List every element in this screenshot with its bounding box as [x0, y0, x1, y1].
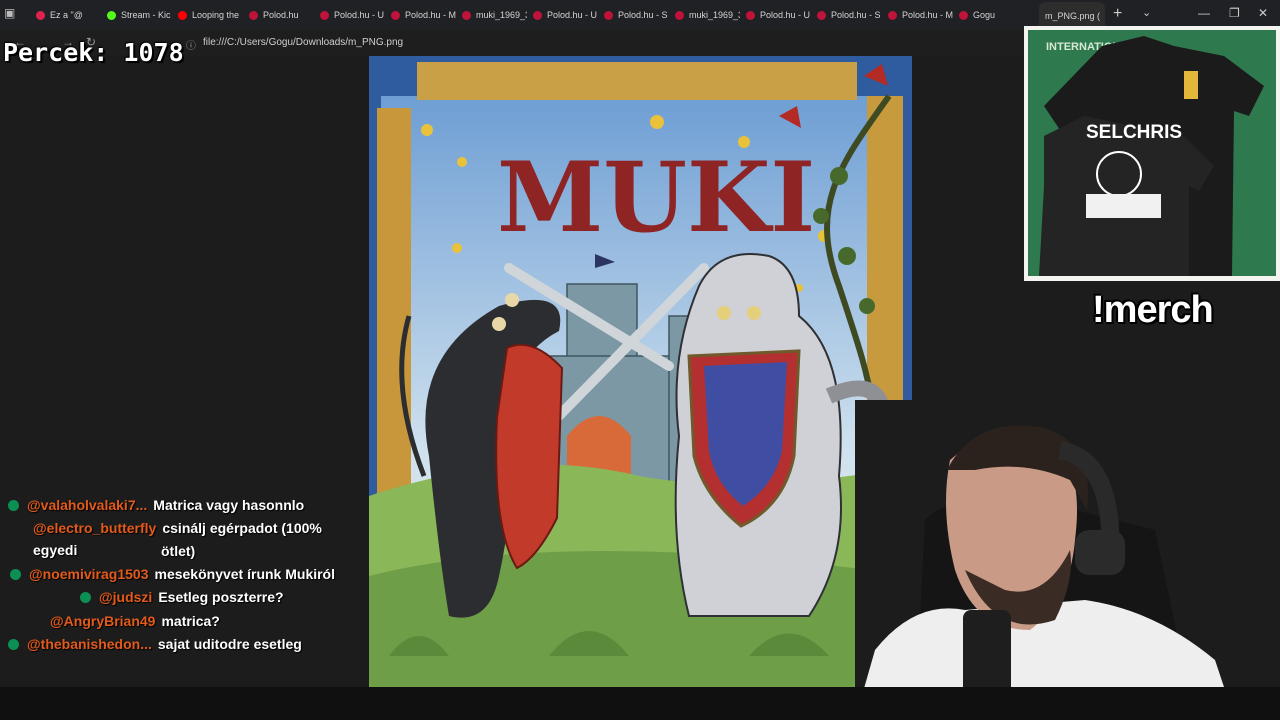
viewed-image: MUKI: [369, 56, 912, 687]
chat-message: @electro_butterfly csinálj egérpadot (100…: [33, 517, 370, 561]
tab-item[interactable]: Polod.hu - S: [598, 0, 669, 30]
chat-username[interactable]: @judszi: [99, 589, 152, 605]
tab-item[interactable]: Polod.hu - U: [740, 0, 811, 30]
chat-username[interactable]: @AngryBrian49: [50, 613, 155, 629]
chevron-down-icon[interactable]: ⌄: [1142, 6, 1151, 19]
chat-text: Esetleg poszterre?: [158, 589, 284, 605]
tab-item[interactable]: muki_1969_3476: [456, 0, 527, 30]
tab-item[interactable]: Gogu: [953, 0, 1024, 30]
badge-icon: [8, 639, 19, 650]
tab-label: Polod.hu - S: [618, 10, 668, 20]
chat-username[interactable]: @thebanishedon...: [27, 636, 152, 652]
minimize-icon[interactable]: —: [1198, 6, 1210, 20]
tab-label: Stream - Kic: [121, 10, 171, 20]
merch-shirt-text: SELCHRIS: [1086, 122, 1182, 143]
bottom-bar: [0, 687, 1280, 720]
window-close-icon[interactable]: ✕: [1258, 6, 1268, 20]
tab-favicon-icon: [604, 10, 613, 20]
tab-favicon-icon: [675, 10, 684, 20]
tab-label: Polod.hu - U: [334, 10, 385, 20]
chat-text-continued: ötlet): [161, 543, 196, 559]
timer-overlay: Percek: 1078: [3, 38, 184, 67]
tab-favicon-icon: [888, 10, 897, 20]
tab-favicon-icon: [462, 10, 471, 20]
tab-favicon-icon: [746, 10, 755, 20]
chat-text: mesekönyvet írunk Mukiról: [154, 566, 336, 582]
tab-item[interactable]: muki_1969_3474: [669, 0, 740, 30]
tab-item[interactable]: Ez a "@: [30, 0, 101, 30]
tab-favicon-icon: [178, 10, 187, 20]
tab-favicon-icon: [107, 10, 116, 20]
tab-label: Polod.hu - U: [760, 10, 811, 20]
tab-favicon-icon: [320, 10, 329, 20]
tab-label: Ez a "@: [50, 10, 83, 20]
new-tab-icon[interactable]: +: [1113, 5, 1122, 23]
painting-title: MUKI: [497, 141, 815, 254]
tab-favicon-icon: [959, 10, 968, 20]
tab-item[interactable]: Polod.hu - U: [314, 0, 385, 30]
tab-favicon-icon: [533, 10, 542, 20]
tab-item[interactable]: Polod.hu - S: [811, 0, 882, 30]
tab-label: Polod.hu - U: [547, 10, 598, 20]
tab-label: Gogu: [973, 10, 996, 20]
webcam-feed: [855, 400, 1280, 720]
file-info-icon[interactable]: ⓘ: [186, 37, 196, 52]
tab-label: Looping the: [192, 10, 240, 20]
chat-message: @judszi Esetleg poszterre?: [80, 586, 284, 608]
chat-username[interactable]: @noemivirag1503: [29, 566, 149, 582]
tab-item[interactable]: Polod.hu - M: [385, 0, 456, 30]
chat-message: @thebanishedon... sajat uditodre esetleg: [8, 633, 302, 655]
restore-icon[interactable]: ❐: [1229, 6, 1240, 20]
address-bar[interactable]: file:///C:/Users/Gogu/Downloads/m_PNG.pn…: [203, 37, 403, 48]
chat-text-wrap: ötlet): [161, 540, 195, 562]
tshirt-image: INTERNATIONAL SELCHRIS: [1028, 30, 1276, 276]
chat-username[interactable]: @electro_butterfly: [33, 520, 156, 536]
tab-label: muki_1969_3476: [476, 10, 527, 20]
badge-icon: [80, 592, 91, 603]
tab-favicon-icon: [249, 10, 258, 20]
chat-message: @noemivirag1503 mesekönyvet írunk Mukiról: [10, 563, 335, 585]
chat-username[interactable]: @valaholvalaki7...: [27, 497, 147, 513]
tab-item[interactable]: Polod.hu: [243, 0, 314, 30]
tab-item[interactable]: Polod.hu - M: [882, 0, 953, 30]
tab-label: Polod.hu: [263, 10, 299, 20]
chat-message: @AngryBrian49 matrica?: [50, 610, 220, 632]
tab-label: Polod.hu - M: [405, 10, 456, 20]
badge-icon: [8, 500, 19, 511]
tab-item[interactable]: Stream - Kic: [101, 0, 172, 30]
tab-favicon-icon: [391, 10, 400, 20]
chat-text: Matrica vagy hasonnlo: [153, 497, 305, 513]
tab-favicon-icon: [817, 10, 826, 20]
chat-text: sajat uditodre esetleg: [157, 636, 302, 652]
tab-label: muki_1969_3474: [689, 10, 740, 20]
chat-text: matrica?: [161, 613, 220, 629]
tab-item[interactable]: Polod.hu - U: [527, 0, 598, 30]
tab-label: Polod.hu - M: [902, 10, 953, 20]
merch-command-label: !merch: [1092, 289, 1214, 331]
badge-icon: [10, 569, 21, 580]
tab-active-label: m_PNG.png (: [1045, 11, 1101, 21]
tab-list: Ez a "@ Stream - Kic Looping the Polod.hu Po…: [30, 0, 1024, 30]
tab-label: Polod.hu - S: [831, 10, 881, 20]
tab-actions-icon[interactable]: ▣: [4, 6, 15, 20]
merch-image-panel: INTERNATIONAL SELCHRIS: [1024, 26, 1280, 281]
tab-item[interactable]: Looping the: [172, 0, 243, 30]
tab-favicon-icon: [36, 10, 45, 20]
chat-message: @valaholvalaki7... Matrica vagy hasonnlo: [8, 494, 304, 516]
